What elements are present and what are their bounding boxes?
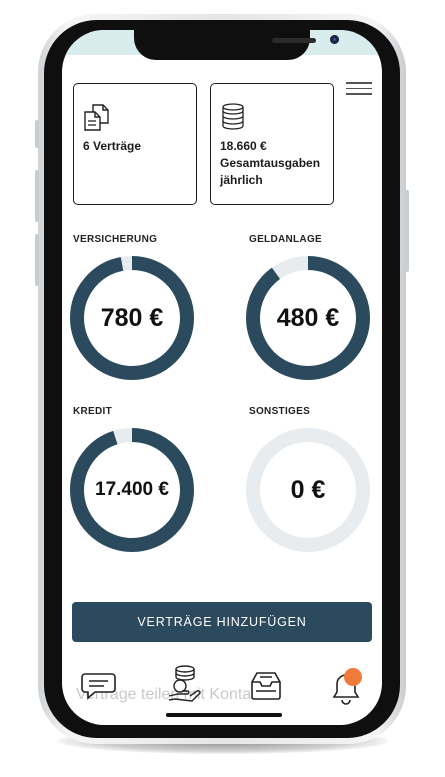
ring-chart-sonstiges[interactable]: 0 € xyxy=(244,426,372,554)
ring-value-sonstiges: 0 € xyxy=(290,475,326,504)
notification-badge xyxy=(344,668,362,686)
total-expenses-label: 18.660 € Gesamtausgaben jährlich xyxy=(220,139,321,187)
documents-icon xyxy=(84,104,109,131)
category-label-geldanlage: GELDANLAGE xyxy=(249,234,322,245)
ring-chart-geldanlage[interactable]: 480 € xyxy=(244,254,372,382)
home-indicator[interactable] xyxy=(166,713,282,717)
category-label-sonstiges: SONSTIGES xyxy=(249,406,311,417)
chat-icon[interactable] xyxy=(80,670,118,702)
ring-value-versicherung: 780 € xyxy=(100,303,164,332)
money-hand-icon[interactable] xyxy=(166,664,202,704)
ring-chart-versicherung[interactable]: 780 € xyxy=(68,254,196,382)
add-contracts-button[interactable]: VERTRÄGE HINZUFÜGEN xyxy=(72,602,372,642)
app-screen: 6 Verträge 18.660 € Gesamtausgaben jährl… xyxy=(62,30,382,725)
mute-switch xyxy=(35,120,39,148)
share-contracts-overlay-text: Verträge teilen mit Kontakten xyxy=(76,686,282,703)
category-label-kredit: KREDIT xyxy=(73,406,113,417)
front-camera xyxy=(330,35,339,44)
notch xyxy=(134,30,339,60)
ring-value-geldanlage: 480 € xyxy=(276,303,340,332)
contracts-count-label: 6 Verträge xyxy=(83,139,142,153)
inbox-icon[interactable] xyxy=(248,670,284,702)
volume-down-button xyxy=(35,234,39,286)
contracts-card[interactable]: 6 Verträge xyxy=(73,83,197,205)
speaker-grille xyxy=(272,38,316,43)
category-label-versicherung: VERSICHERUNG xyxy=(73,234,158,245)
ring-value-kredit: 17.400 € xyxy=(95,479,169,500)
coin-stack-icon xyxy=(222,103,244,130)
volume-up-button xyxy=(35,170,39,222)
power-button xyxy=(405,190,409,272)
ring-chart-kredit[interactable]: 17.400 € xyxy=(68,426,196,554)
hamburger-menu-icon[interactable] xyxy=(346,82,372,96)
total-expenses-card[interactable]: 18.660 € Gesamtausgaben jährlich xyxy=(210,83,334,205)
